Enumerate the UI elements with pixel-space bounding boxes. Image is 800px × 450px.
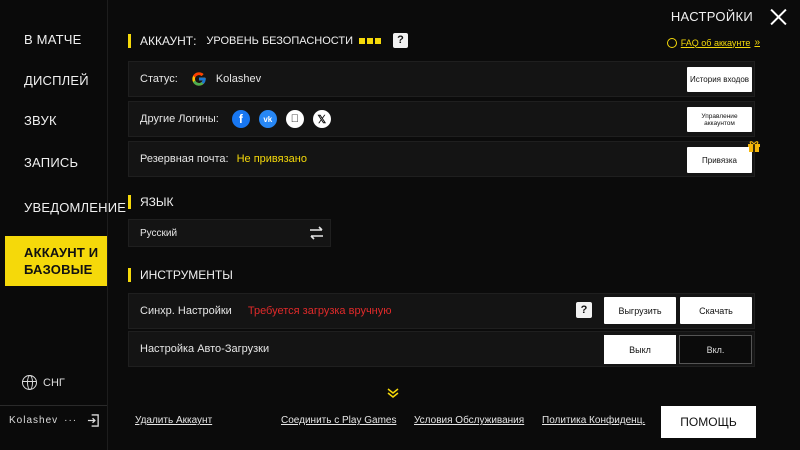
status-label: Статус: [140,73,178,85]
privacy-link[interactable]: Политика Конфиденц. [542,415,645,426]
status-row: Статус: Kolashev История входов [128,61,755,97]
section-marker [128,33,131,48]
security-level-label: УРОВЕНЬ БЕЗОПАСНОСТИ [206,34,353,47]
manage-account-button[interactable]: Управление аккаунтом [687,107,752,132]
region-label: СНГ [43,376,65,389]
x-icon[interactable]: 𝕏 [312,110,331,128]
apple-icon[interactable]:  [285,110,304,128]
faq-link[interactable]: FAQ об аккаунте » [666,37,760,48]
facebook-icon[interactable]: f [231,110,250,128]
chevron-down-icon[interactable] [387,388,399,398]
help-button[interactable]: ПОМОЩЬ [661,406,756,438]
login-history-button[interactable]: История входов [687,67,752,92]
security-level-indicator [359,37,381,44]
sidebar-divider [0,405,107,406]
autoload-row: Настройка Авто-Загрузки Выкл Вкл. [128,331,755,367]
page-title: НАСТРОЙКИ [670,9,753,24]
username: Kolashev [9,415,59,426]
language-title: ЯЗЫК [140,195,174,209]
vk-icon[interactable]: vk [258,110,277,128]
chevron-right-icon: » [754,37,760,48]
bind-button[interactable]: Привязка [687,141,760,173]
backup-email-label: Резервная почта: [140,153,229,165]
other-logins-row: Другие Логины: f vk  𝕏 Управление аккау… [128,101,755,137]
logout-icon[interactable] [87,414,100,427]
sidebar: В МАТЧЕ ДИСПЛЕЙ ЗВУК ЗАПИСЬ УВЕДОМЛЕНИЕ … [0,0,126,450]
sidebar-item-account[interactable]: АККАУНТ И БАЗОВЫЕ [5,236,107,286]
upload-button[interactable]: Выгрузить [604,297,676,324]
user-row: Kolashev ··· [9,414,100,427]
close-button[interactable] [766,5,790,29]
sidebar-item-in-match[interactable]: В МАТЧЕ [0,32,107,47]
user-more[interactable]: ··· [64,415,77,426]
help-icon[interactable]: ? [576,302,592,318]
gift-icon [748,141,760,152]
sidebar-item-account-line2: БАЗОВЫЕ [24,262,93,277]
swap-icon [310,226,323,240]
language-section-header: ЯЗЫК [128,195,174,209]
terms-link[interactable]: Условия Обслуживания [414,415,524,426]
sync-settings-row: Синхр. Настройки Требуется загрузка вруч… [128,293,755,329]
region-selector[interactable]: СНГ [22,375,65,390]
globe-icon [666,37,677,48]
sync-status: Требуется загрузка вручную [247,305,392,317]
autoload-on-option[interactable]: Вкл. [679,335,752,364]
globe-icon [22,375,37,390]
download-button[interactable]: Скачать [680,297,752,324]
autoload-off-option[interactable]: Выкл [604,335,676,364]
bind-button-label: Привязка [702,155,737,165]
backup-email-row: Резервная почта: Не привязано Привязка [128,141,760,177]
language-selector[interactable]: Русский [128,219,331,247]
status-value: Kolashev [215,73,262,85]
sync-label: Синхр. Настройки [140,305,232,317]
section-marker [128,195,131,209]
help-icon[interactable]: ? [393,33,408,48]
google-icon [192,72,206,86]
sidebar-item-notification[interactable]: УВЕДОМЛЕНИЕ [0,200,126,215]
sidebar-item-display[interactable]: ДИСПЛЕЙ [0,73,107,88]
sidebar-item-sound[interactable]: ЗВУК [0,113,107,128]
delete-account-link[interactable]: Удалить Аккаунт [135,415,212,426]
other-logins-label: Другие Логины: [140,113,219,125]
sidebar-item-account-line1: АККАУНТ И [24,245,99,260]
autoload-label: Настройка Авто-Загрузки [140,343,270,355]
connect-play-games-link[interactable]: Соединить с Play Games [281,415,396,426]
language-value: Русский [140,227,178,239]
section-marker [128,268,131,282]
tools-section-header: ИНСТРУМЕНТЫ [128,268,233,282]
social-logins: f vk  𝕏 [231,110,331,128]
faq-label: FAQ об аккаунте [680,37,751,48]
account-section-header: АККАУНТ: УРОВЕНЬ БЕЗОПАСНОСТИ ? [128,33,408,48]
sidebar-item-recording[interactable]: ЗАПИСЬ [0,155,107,170]
tools-title: ИНСТРУМЕНТЫ [140,268,233,282]
backup-email-value: Не привязано [236,153,307,165]
account-title: АККАУНТ: [140,33,197,48]
